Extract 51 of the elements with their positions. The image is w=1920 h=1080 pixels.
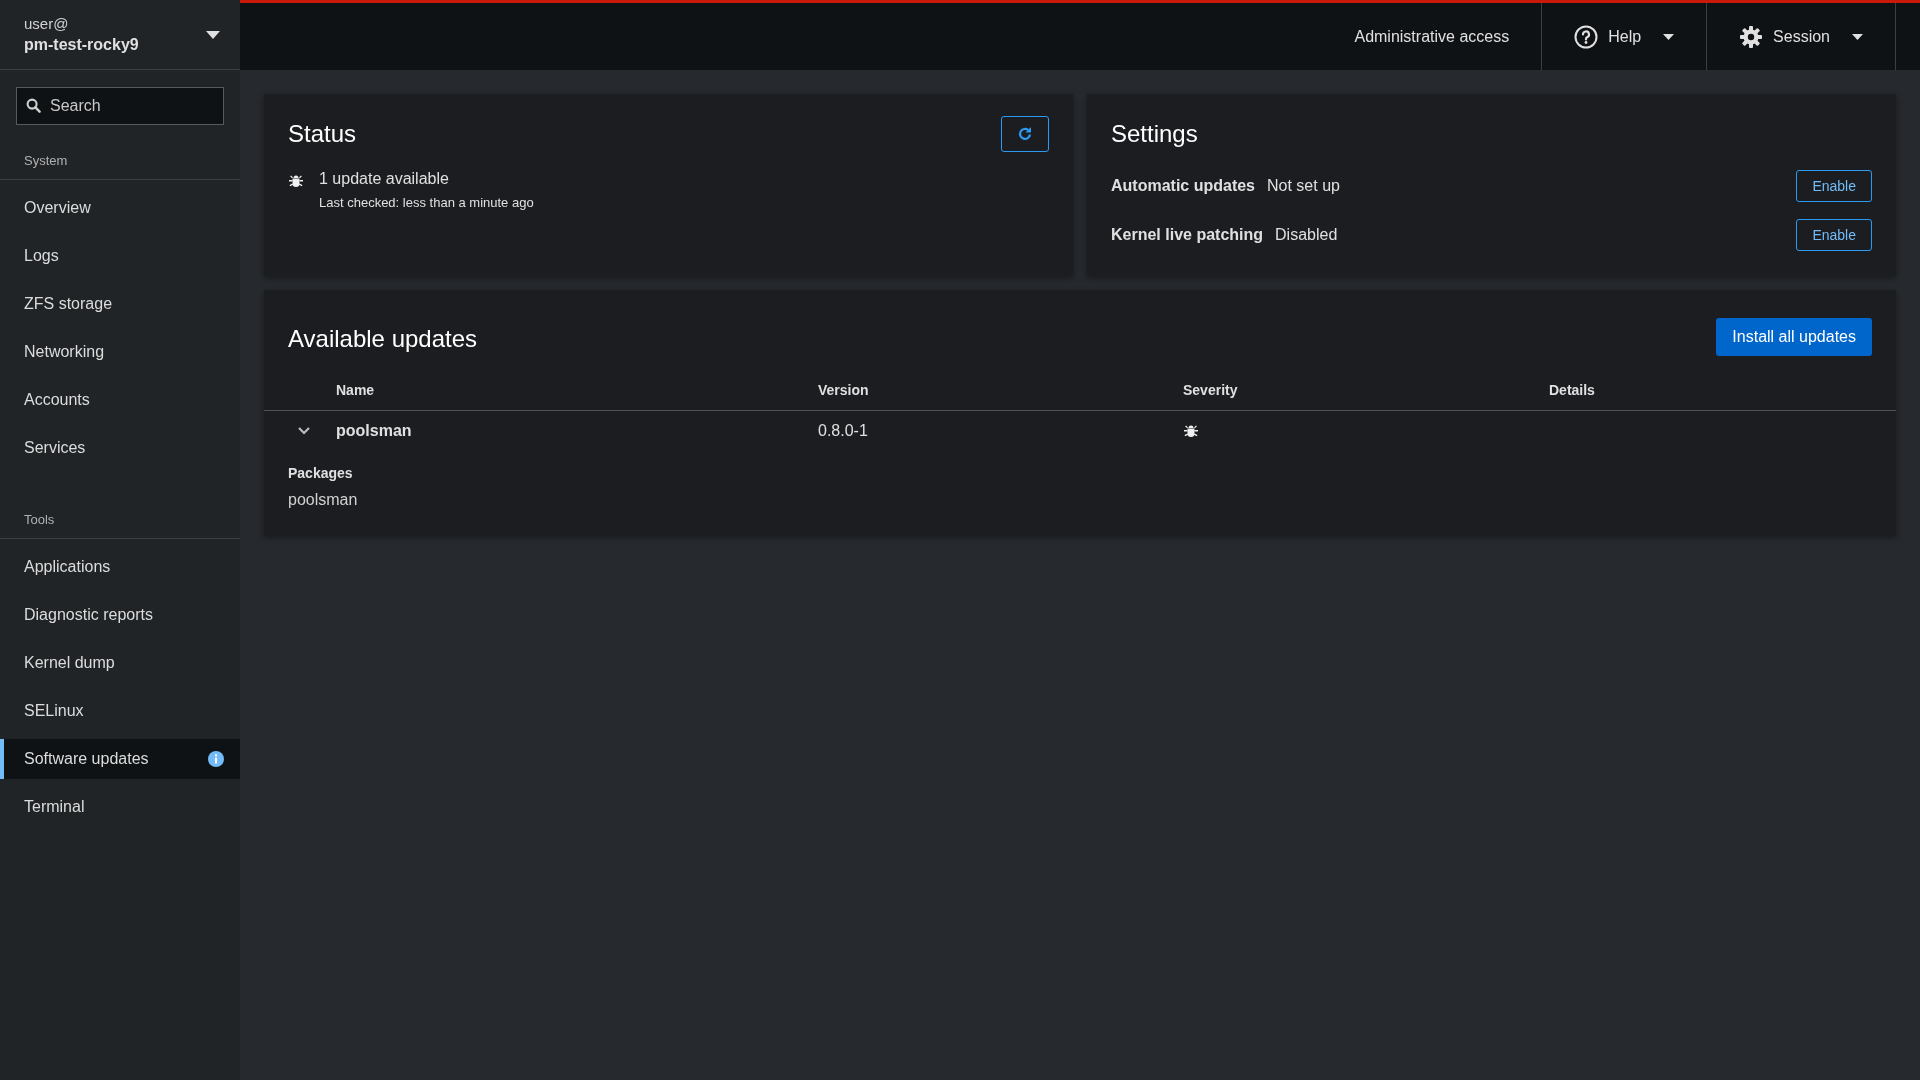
search-icon <box>26 98 41 113</box>
setting-label: Kernel live patching <box>1111 226 1264 244</box>
status-message: 1 update available <box>319 170 450 188</box>
card-title: Settings <box>1111 120 1199 148</box>
setting-label: Automatic updates <box>1111 177 1255 195</box>
nav-item[interactable]: Applications <box>0 547 240 587</box>
host-name: pm-test-rocky9 <box>24 36 139 54</box>
nav-item[interactable]: Logs <box>0 236 240 276</box>
nav-section-heading: Tools <box>0 498 240 539</box>
table-cell-text: poolsman <box>336 422 413 440</box>
packages-label: Packages <box>288 465 354 481</box>
nav-item[interactable]: SELinux <box>0 691 240 731</box>
column-header: Severity <box>1183 382 1239 398</box>
search-field[interactable]: Search <box>16 87 224 125</box>
refresh-button[interactable] <box>1001 116 1049 152</box>
nav-item[interactable]: Accounts <box>0 380 240 420</box>
help-icon <box>1574 24 1599 49</box>
column-header: Version <box>818 382 870 398</box>
packages-value: poolsman <box>288 491 359 509</box>
table-cell-text: 0.8.0-1 <box>818 422 869 440</box>
nav-section-heading: System <box>0 139 240 180</box>
nav-item[interactable]: Diagnostic reports <box>0 595 240 635</box>
help-menu[interactable]: Help <box>1541 3 1707 70</box>
setting-value: Not set up <box>1267 177 1340 195</box>
last-checked-text: Last checked: less than a minute ago <box>319 195 534 210</box>
chevron-icon[interactable] <box>298 427 310 435</box>
bug-icon <box>1183 423 1199 439</box>
refresh-icon <box>1017 126 1033 142</box>
card-title: Status <box>288 120 357 148</box>
card-title: Available updates <box>288 325 478 353</box>
nav-item[interactable]: Software updates <box>0 739 240 779</box>
bug-icon <box>288 173 304 189</box>
caret-icon <box>1663 33 1675 40</box>
enable-button[interactable]: Enable <box>1796 219 1872 251</box>
nav-item[interactable]: Overview <box>0 188 240 228</box>
host-user: user@ <box>24 15 70 32</box>
nav-item[interactable]: ZFS storage <box>0 284 240 324</box>
caret-icon <box>1852 33 1863 40</box>
install-all-button[interactable]: Install all updates <box>1716 318 1872 356</box>
session-menu[interactable]: Session <box>1706 3 1896 70</box>
nav-item[interactable]: Terminal <box>0 787 240 827</box>
nav-item[interactable]: Services <box>0 428 240 468</box>
column-header: Details <box>1549 382 1596 398</box>
column-header: Name <box>336 382 376 398</box>
administrative-access-button[interactable]: Administrative access <box>1322 3 1542 70</box>
nav-item[interactable]: Networking <box>0 332 240 372</box>
settings-icon <box>1739 24 1764 49</box>
caret-icon <box>206 30 220 39</box>
enable-button[interactable]: Enable <box>1796 170 1872 202</box>
nav-item[interactable]: Kernel dump <box>0 643 240 683</box>
setting-value: Disabled <box>1275 226 1338 244</box>
